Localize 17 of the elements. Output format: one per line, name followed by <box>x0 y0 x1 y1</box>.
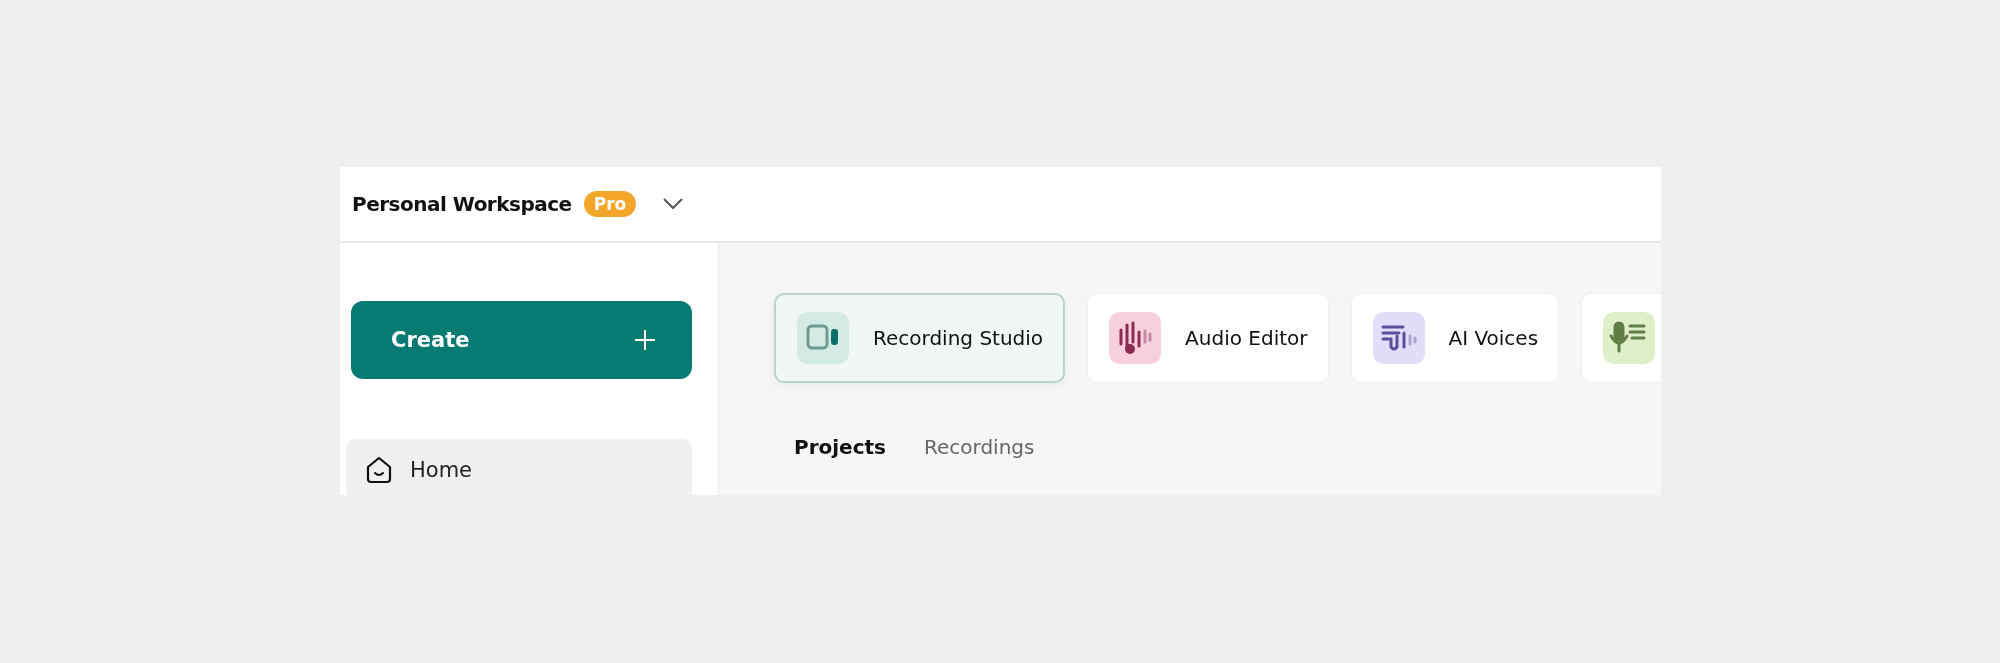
create-button[interactable]: Create <box>351 301 692 379</box>
workspace-name: Personal Workspace <box>352 192 572 216</box>
tool-label: Audio Editor <box>1185 326 1308 350</box>
home-icon <box>364 455 394 485</box>
tool-label: AI Voices <box>1448 326 1539 350</box>
tool-label: Recording Studio <box>873 326 1044 350</box>
tab[interactable]: Projects <box>794 435 886 459</box>
sidebar-item-label: Home <box>410 458 472 482</box>
sidebar-item[interactable]: Home <box>346 439 692 495</box>
plan-badge: Pro <box>583 191 637 217</box>
tab[interactable]: Recordings <box>924 435 1035 459</box>
plus-icon <box>634 329 656 351</box>
tool-card[interactable]: Audio Editor <box>1087 293 1329 383</box>
recording-icon <box>797 312 849 364</box>
tool-card[interactable]: Recording Studio <box>774 293 1066 383</box>
chevron-down-icon[interactable] <box>662 197 685 211</box>
tool-card[interactable]: AI Voices <box>1350 293 1560 383</box>
